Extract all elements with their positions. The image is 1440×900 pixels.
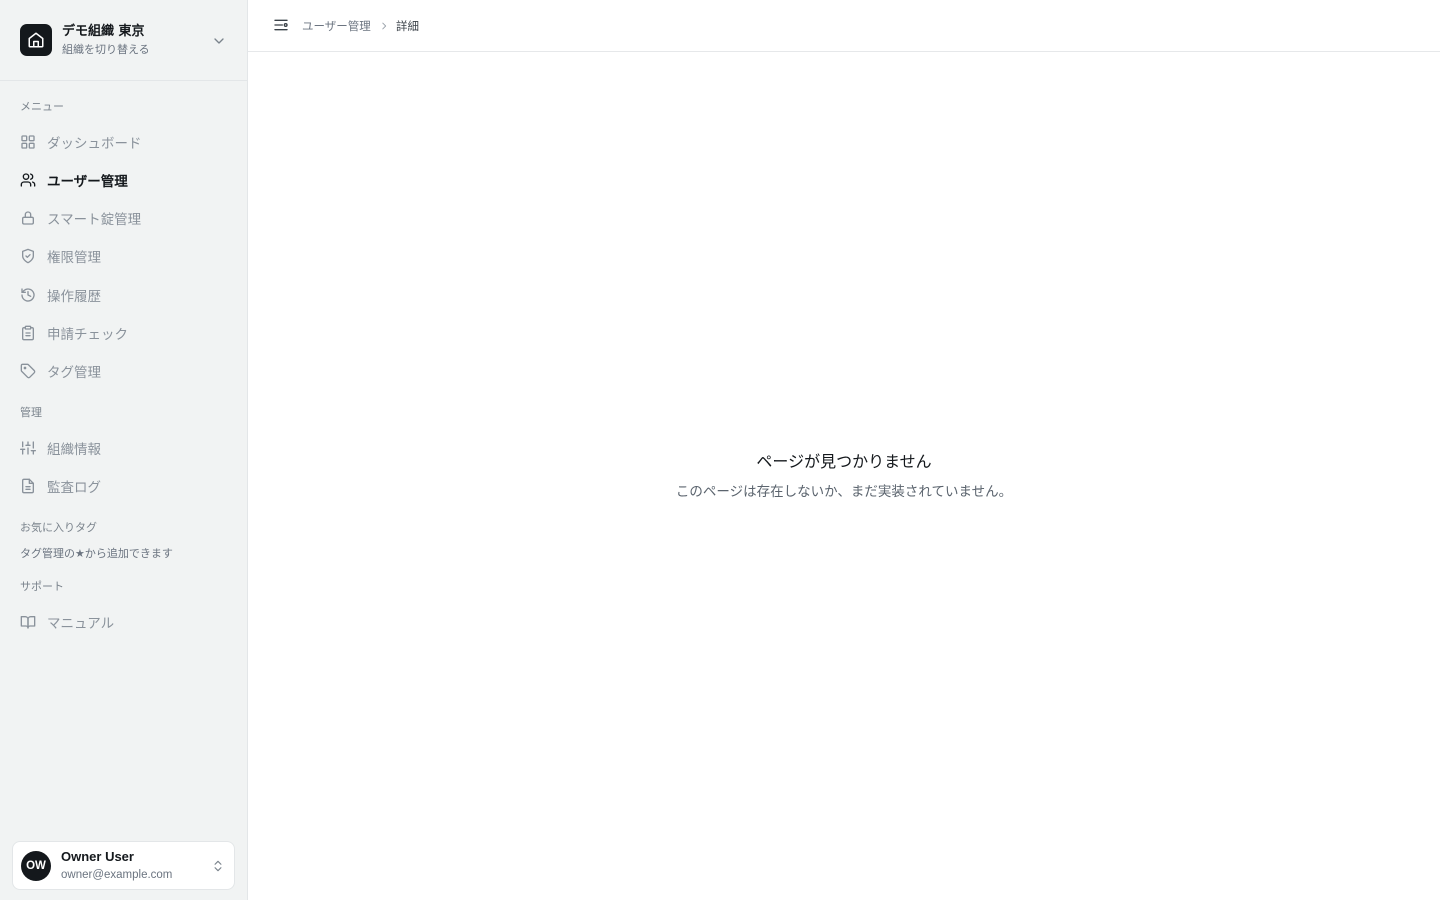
favorite-tags-hint: タグ管理の★から追加できます <box>20 547 173 560</box>
sidebar-item-requests[interactable]: 申請チェック <box>12 316 236 350</box>
chevrons-up-down-icon <box>214 860 222 872</box>
shield-check-icon <box>22 248 34 264</box>
page-description: このページは存在しないか、まだ実装されていません。 <box>675 484 1013 500</box>
sidebar-item-label: 組織情報 <box>47 442 101 458</box>
chevron-down-icon <box>214 38 224 44</box>
sidebar-item-label: 操作履歴 <box>47 289 101 305</box>
clipboard-icon <box>22 325 34 341</box>
sidebar-item-label: 監査ログ <box>47 480 101 496</box>
sidebar-toggle-icon[interactable] <box>273 17 289 33</box>
sidebar-item-label: スマート錠管理 <box>47 212 142 228</box>
page-title: ページが見つかりません <box>756 452 932 471</box>
sidebar-item-dashboard[interactable]: ダッシュボード <box>12 125 236 159</box>
sidebar-item-label: 申請チェック <box>47 327 128 343</box>
sidebar-item-label: ユーザー管理 <box>47 174 128 190</box>
sidebar-item-permissions[interactable]: 権限管理 <box>12 239 236 273</box>
sliders-icon <box>20 441 36 455</box>
user-email: owner@example.com <box>61 869 173 881</box>
top-bar: ユーザー管理 詳細 <box>248 0 1440 52</box>
sidebar-item-history[interactable]: 操作履歴 <box>12 278 236 312</box>
building-icon <box>20 24 52 56</box>
grid-icon <box>21 135 35 149</box>
section-label-favorite-tags: お気に入りタグ <box>20 521 97 534</box>
avatar: OW <box>21 850 51 881</box>
sidebar-item-label: タグ管理 <box>47 365 101 381</box>
tag-icon <box>20 363 36 379</box>
section-label-admin: 管理 <box>20 406 42 419</box>
sidebar-item-smart-lock[interactable]: スマート錠管理 <box>12 201 236 235</box>
breadcrumb-current: 詳細 <box>396 19 419 33</box>
sidebar-item-audit-log[interactable]: 監査ログ <box>12 469 236 503</box>
user-name: Owner User <box>61 849 134 864</box>
sidebar-item-users[interactable]: ユーザー管理 <box>12 163 236 197</box>
user-menu[interactable]: OW Owner User owner@example.com <box>12 841 235 890</box>
sidebar-item-manual[interactable]: マニュアル <box>12 605 236 639</box>
file-text-icon <box>22 478 34 494</box>
chevron-right-icon <box>382 22 387 30</box>
org-name: デモ組織 東京 <box>62 23 145 39</box>
lock-icon <box>22 211 34 225</box>
sidebar-item-label: 権限管理 <box>47 250 101 266</box>
sidebar-item-org-info[interactable]: 組織情報 <box>12 431 236 465</box>
section-label-support: サポート <box>20 580 64 593</box>
history-icon <box>21 288 35 302</box>
org-switch-label: 組織を切り替える <box>62 42 150 56</box>
sidebar: デモ組織 東京 組織を切り替える メニュー ダッシュボード ユーザー管理 スマー… <box>0 0 248 900</box>
org-switcher[interactable]: デモ組織 東京 組織を切り替える <box>0 0 247 81</box>
breadcrumb-link-users[interactable]: ユーザー管理 <box>302 18 371 34</box>
sidebar-item-tags[interactable]: タグ管理 <box>12 354 236 388</box>
section-label-menu: メニュー <box>20 100 64 113</box>
sidebar-item-label: マニュアル <box>47 616 115 632</box>
users-icon <box>20 173 36 187</box>
sidebar-item-label: ダッシュボード <box>47 136 142 152</box>
book-open-icon <box>20 616 36 629</box>
